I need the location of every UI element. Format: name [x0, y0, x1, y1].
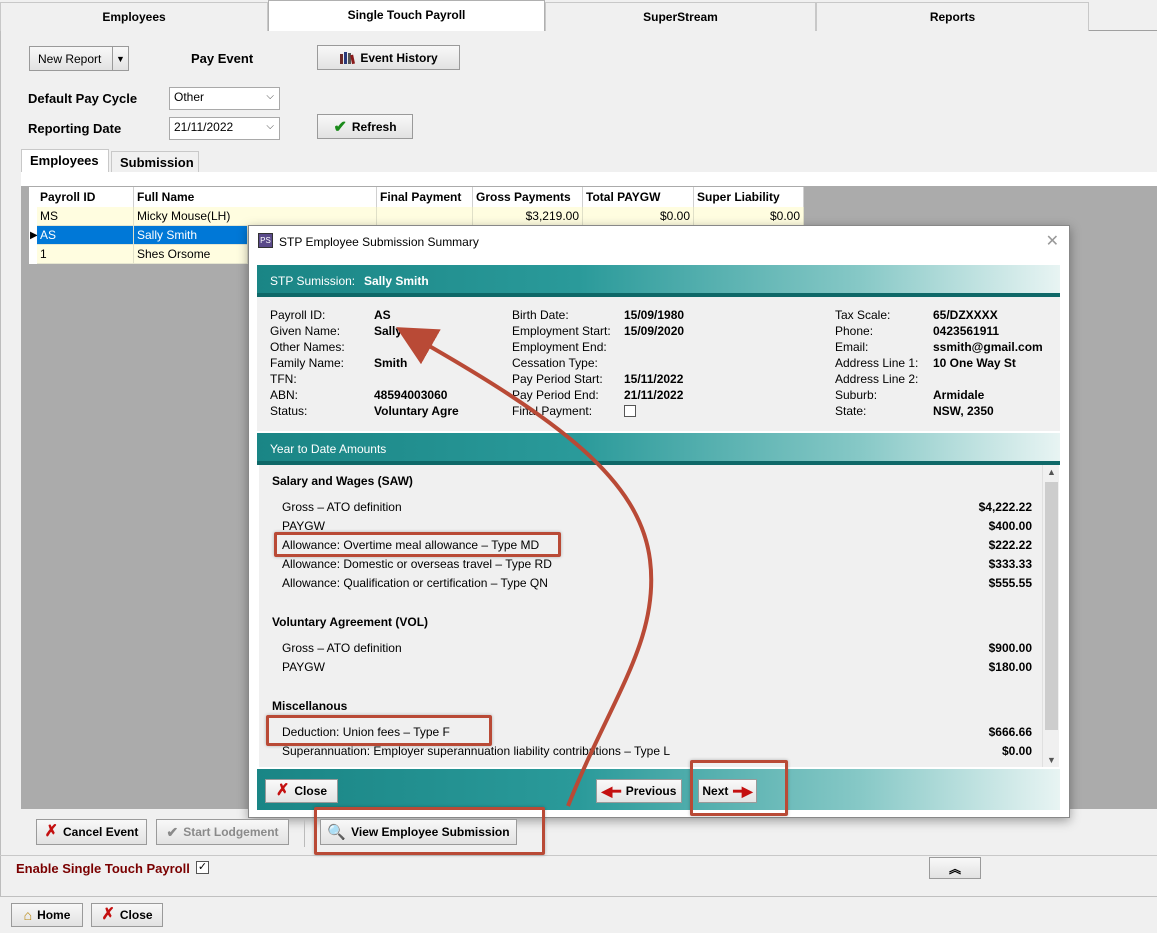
annotation-arrow	[396, 327, 654, 807]
